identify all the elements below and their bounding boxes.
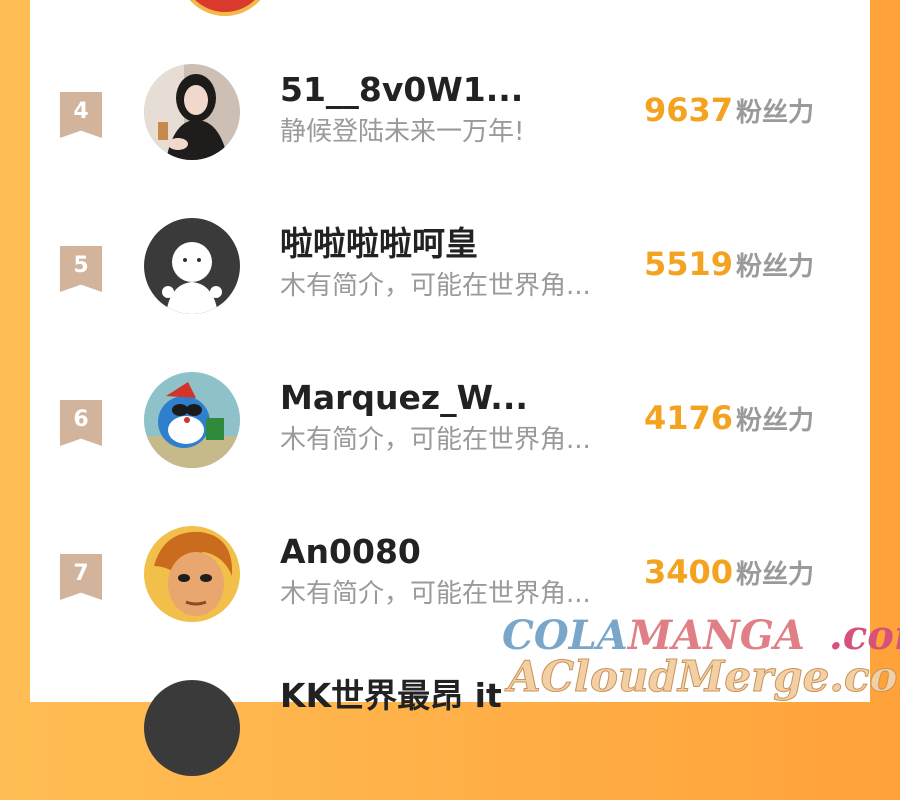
fan-power-score: 9637 xyxy=(644,91,734,129)
user-name[interactable]: An0080 xyxy=(280,532,421,572)
fan-power-score: 5519 xyxy=(644,245,734,283)
fan-power-score: 3400 xyxy=(644,553,734,591)
user-name[interactable]: Marquez_W... xyxy=(280,378,528,418)
user-bio: 木有简介，可能在世界角... xyxy=(280,271,591,301)
fan-power-score: 4176 xyxy=(644,399,734,437)
rank-3-avatar[interactable] xyxy=(178,0,272,16)
fan-power-label: 粉丝力 xyxy=(736,560,815,590)
leaderboard-row[interactable]: 6 Marquez_W... 木有简介，可能在世界角... 4176 粉丝力 xyxy=(30,372,870,492)
leaderboard-row[interactable]: 5 啦啦啦啦呵皇 木有简介，可能在世界角... 5519 粉丝力 xyxy=(30,218,870,338)
rank-badge: 4 xyxy=(60,92,102,138)
rank-badge: 7 xyxy=(60,554,102,600)
user-bio: 木有简介，可能在世界角... xyxy=(280,425,591,455)
fan-power-label: 粉丝力 xyxy=(736,98,815,128)
rank-badge: 5 xyxy=(60,246,102,292)
user-name[interactable]: 啦啦啦啦呵皇 xyxy=(280,224,478,264)
watermark-line-2: ACloudMerge.com xyxy=(508,652,900,702)
user-name[interactable]: KK世界最昂 it xyxy=(280,676,502,716)
user-bio: 静候登陆未来一万年! xyxy=(280,117,525,147)
fan-power-label: 粉丝力 xyxy=(736,406,815,436)
user-bio: 木有简介，可能在世界角... xyxy=(280,579,591,609)
leaderboard-card: 4 51__8v0W1... 静候登陆未来一万年! 9637 粉丝力 5 啦啦啦… xyxy=(30,0,870,776)
user-avatar[interactable] xyxy=(144,680,240,776)
site-watermark: COLAMANGA.com ACloudMerge.com xyxy=(502,612,900,702)
fan-power-label: 粉丝力 xyxy=(736,252,815,282)
user-avatar[interactable] xyxy=(144,526,240,622)
leaderboard-row[interactable]: 4 51__8v0W1... 静候登陆未来一万年! 9637 粉丝力 xyxy=(30,64,870,184)
rank-badge: 6 xyxy=(60,400,102,446)
user-avatar[interactable] xyxy=(144,218,240,314)
user-name[interactable]: 51__8v0W1... xyxy=(280,70,523,110)
user-avatar[interactable] xyxy=(144,64,240,160)
user-avatar[interactable] xyxy=(144,372,240,468)
